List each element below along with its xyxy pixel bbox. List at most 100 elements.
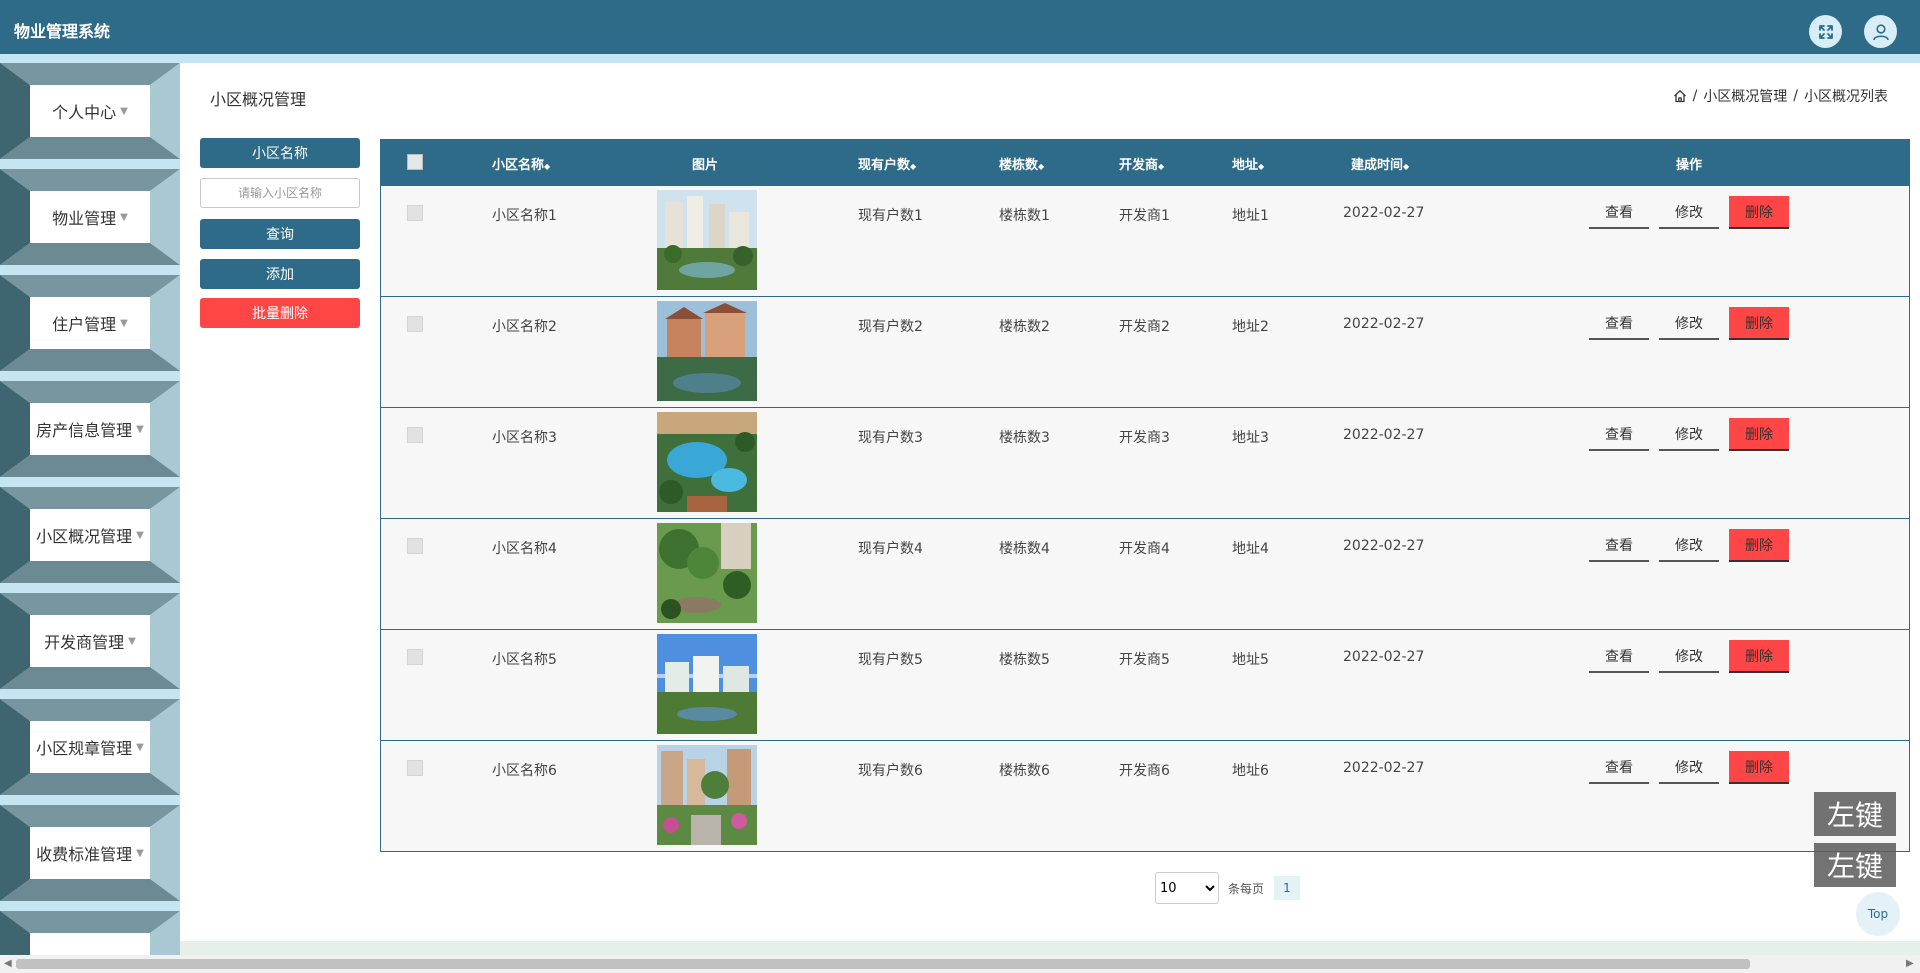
breadcrumb: / 小区概况管理 / 小区概况列表	[1673, 86, 1888, 106]
view-button[interactable]: 查看	[1589, 529, 1649, 562]
caret-down-icon: ▼	[136, 847, 144, 859]
cell-households: 现有户数4	[858, 541, 923, 557]
column-header-households[interactable]: 现有户数◆	[858, 154, 916, 173]
delete-button[interactable]: 删除	[1729, 529, 1789, 562]
sidebar-item-label: 住户管理 ▼	[30, 297, 150, 349]
edit-button[interactable]: 修改	[1659, 418, 1719, 451]
view-button[interactable]: 查看	[1589, 418, 1649, 451]
sidebar-item-label	[30, 933, 150, 955]
query-button[interactable]: 查询	[200, 219, 360, 249]
cell-buildings: 楼栋数3	[999, 430, 1050, 446]
sidebar-item-community-overview[interactable]: 小区概况管理 ▼	[0, 487, 180, 583]
cell-name: 小区名称4	[492, 541, 557, 557]
header-strip	[0, 54, 1920, 63]
delete-button[interactable]: 删除	[1729, 307, 1789, 340]
batch-delete-button[interactable]: 批量删除	[200, 298, 360, 328]
scroll-right-icon[interactable]: ▶	[1906, 958, 1914, 969]
column-header-name[interactable]: 小区名称◆	[492, 154, 550, 173]
cell-name: 小区名称1	[492, 208, 557, 224]
cell-buildings: 楼栋数5	[999, 652, 1050, 668]
community-photo	[657, 523, 757, 623]
select-all-checkbox[interactable]	[407, 154, 423, 170]
add-button[interactable]: 添加	[200, 259, 360, 289]
view-button[interactable]: 查看	[1589, 640, 1649, 673]
user-menu-button[interactable]	[1864, 15, 1897, 48]
app-title: 物业管理系统	[14, 22, 111, 41]
table-row: 小区名称4 现有户数4 楼栋数4 开发商4 地址4 2022-02-27 查看 …	[381, 518, 1909, 629]
row-checkbox[interactable]	[407, 316, 423, 332]
delete-button[interactable]: 删除	[1729, 418, 1789, 451]
scroll-left-icon[interactable]: ◀	[4, 958, 12, 969]
scrollbar-thumb[interactable]	[16, 959, 1750, 969]
fullscreen-button[interactable]	[1809, 15, 1842, 48]
edit-button[interactable]: 修改	[1659, 307, 1719, 340]
row-checkbox[interactable]	[407, 427, 423, 443]
row-checkbox[interactable]	[407, 760, 423, 776]
sidebar-item-label: 个人中心 ▼	[30, 85, 150, 137]
cell-developer: 开发商3	[1119, 430, 1170, 446]
sidebar-item-regulations[interactable]: 小区规章管理 ▼	[0, 699, 180, 795]
breadcrumb-level2: 小区概况列表	[1804, 89, 1888, 105]
edit-button[interactable]: 修改	[1659, 196, 1719, 229]
user-icon	[1872, 23, 1889, 40]
cell-households: 现有户数3	[858, 430, 923, 446]
cell-address: 地址5	[1232, 652, 1269, 668]
sidebar-item-real-estate[interactable]: 房产信息管理 ▼	[0, 381, 180, 477]
cell-built-date: 2022-02-27	[1343, 316, 1425, 332]
caret-down-icon: ▼	[120, 105, 128, 117]
cell-developer: 开发商2	[1119, 319, 1170, 335]
sidebar-item-personal-center[interactable]: 个人中心 ▼	[0, 63, 180, 159]
column-header-address[interactable]: 地址◆	[1232, 154, 1264, 173]
sidebar-item-fee-standards[interactable]: 收费标准管理 ▼	[0, 805, 180, 901]
cell-built-date: 2022-02-27	[1343, 427, 1425, 443]
search-field-label: 小区名称	[200, 138, 360, 168]
breadcrumb-separator: /	[1793, 88, 1798, 104]
cell-households: 现有户数2	[858, 319, 923, 335]
edit-button[interactable]: 修改	[1659, 751, 1719, 784]
caret-down-icon: ▼	[120, 211, 128, 223]
edit-button[interactable]: 修改	[1659, 640, 1719, 673]
breadcrumb-level1[interactable]: 小区概况管理	[1703, 86, 1787, 106]
page-number-current[interactable]: 1	[1274, 876, 1300, 900]
sidebar-item-label: 物业管理 ▼	[30, 191, 150, 243]
community-image	[657, 523, 757, 623]
search-input[interactable]	[200, 178, 360, 208]
sidebar-item-developers[interactable]: 开发商管理 ▼	[0, 593, 180, 689]
view-button[interactable]: 查看	[1589, 307, 1649, 340]
top-header: 物业管理系统	[0, 0, 1920, 54]
cell-built-date: 2022-02-27	[1343, 538, 1425, 554]
table-row: 小区名称1 现有户数1 楼栋数1 开发商1 地址1 2022-02-27 查看 …	[381, 185, 1909, 296]
sort-icon: ◆	[1038, 162, 1045, 171]
view-button[interactable]: 查看	[1589, 196, 1649, 229]
sidebar-item-residents[interactable]: 住户管理 ▼	[0, 275, 180, 371]
horizontal-scrollbar[interactable]: ◀ ▶	[0, 955, 1920, 973]
caret-down-icon: ▼	[136, 741, 144, 753]
cell-address: 地址1	[1232, 208, 1269, 224]
cell-developer: 开发商6	[1119, 763, 1170, 779]
row-checkbox[interactable]	[407, 205, 423, 221]
column-header-developer[interactable]: 开发商◆	[1119, 154, 1164, 173]
community-photo	[657, 301, 757, 401]
back-to-top-button[interactable]: Top	[1856, 892, 1900, 936]
column-header-actions: 操作	[1676, 158, 1703, 173]
table-header: 小区名称◆ 图片 现有户数◆ 楼栋数◆ 开发商◆ 地址◆ 建成时间◆ 操作	[381, 140, 1909, 185]
delete-button[interactable]: 删除	[1729, 196, 1789, 229]
sidebar-item-property[interactable]: 物业管理 ▼	[0, 169, 180, 265]
sidebar-item-label: 房产信息管理 ▼	[30, 403, 150, 455]
row-checkbox[interactable]	[407, 538, 423, 554]
expand-icon	[1818, 24, 1833, 39]
cell-built-date: 2022-02-27	[1343, 760, 1425, 776]
page-size-select[interactable]: 10	[1155, 872, 1219, 904]
cell-built-date: 2022-02-27	[1343, 205, 1425, 221]
row-checkbox[interactable]	[407, 649, 423, 665]
view-button[interactable]: 查看	[1589, 751, 1649, 784]
column-header-buildings[interactable]: 楼栋数◆	[999, 154, 1044, 173]
delete-button[interactable]: 删除	[1729, 751, 1789, 784]
key-hint-overlay: 左键	[1814, 792, 1896, 836]
column-header-built-date[interactable]: 建成时间◆	[1351, 154, 1409, 173]
home-icon[interactable]	[1673, 89, 1687, 103]
delete-button[interactable]: 删除	[1729, 640, 1789, 673]
community-photo	[657, 745, 757, 845]
edit-button[interactable]: 修改	[1659, 529, 1719, 562]
sidebar-item-more[interactable]	[0, 911, 180, 955]
